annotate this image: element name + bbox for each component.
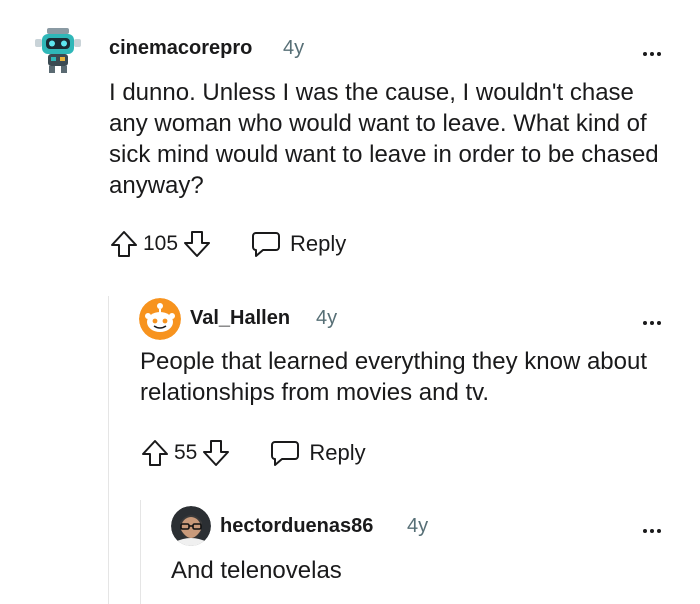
more-options-icon[interactable] — [643, 521, 664, 533]
more-options-icon[interactable] — [643, 313, 664, 325]
comment-username[interactable]: hectorduenas86 — [220, 515, 373, 538]
comment-age: 4y — [283, 37, 305, 59]
thread-line — [108, 296, 109, 604]
thread-line — [140, 500, 141, 604]
reply-icon — [252, 232, 281, 257]
more-options-icon[interactable] — [643, 44, 664, 56]
comment-age: 4y — [316, 307, 338, 329]
comment-username[interactable]: cinemacorepro — [109, 37, 252, 60]
downvote-icon[interactable] — [201, 438, 231, 468]
reply-icon — [271, 441, 300, 466]
comment-age: 4y — [407, 515, 429, 537]
upvote-icon[interactable] — [140, 438, 170, 468]
downvote-icon[interactable] — [182, 229, 212, 259]
snoo-avatar-icon[interactable] — [139, 298, 181, 340]
upvote-icon[interactable] — [109, 229, 139, 259]
comment-body: And telenovelas — [171, 557, 342, 584]
robot-avatar-icon[interactable] — [30, 22, 86, 78]
comment-body: I dunno. Unless I was the cause, I would… — [109, 79, 659, 199]
comment-actions: 105 Reply — [109, 229, 346, 259]
vote-count: 55 — [174, 441, 198, 464]
vote-count: 105 — [143, 232, 179, 255]
reply-button[interactable]: Reply — [269, 438, 366, 468]
reply-button[interactable]: Reply — [250, 229, 346, 259]
reply-label: Reply — [309, 440, 366, 465]
comment-body: People that learned everything they know… — [140, 348, 648, 406]
bearded-avatar-icon[interactable] — [171, 506, 211, 546]
reply-label: Reply — [290, 231, 347, 256]
comment-username[interactable]: Val_Hallen — [190, 307, 290, 330]
comment-actions: 55 Reply — [140, 438, 366, 468]
